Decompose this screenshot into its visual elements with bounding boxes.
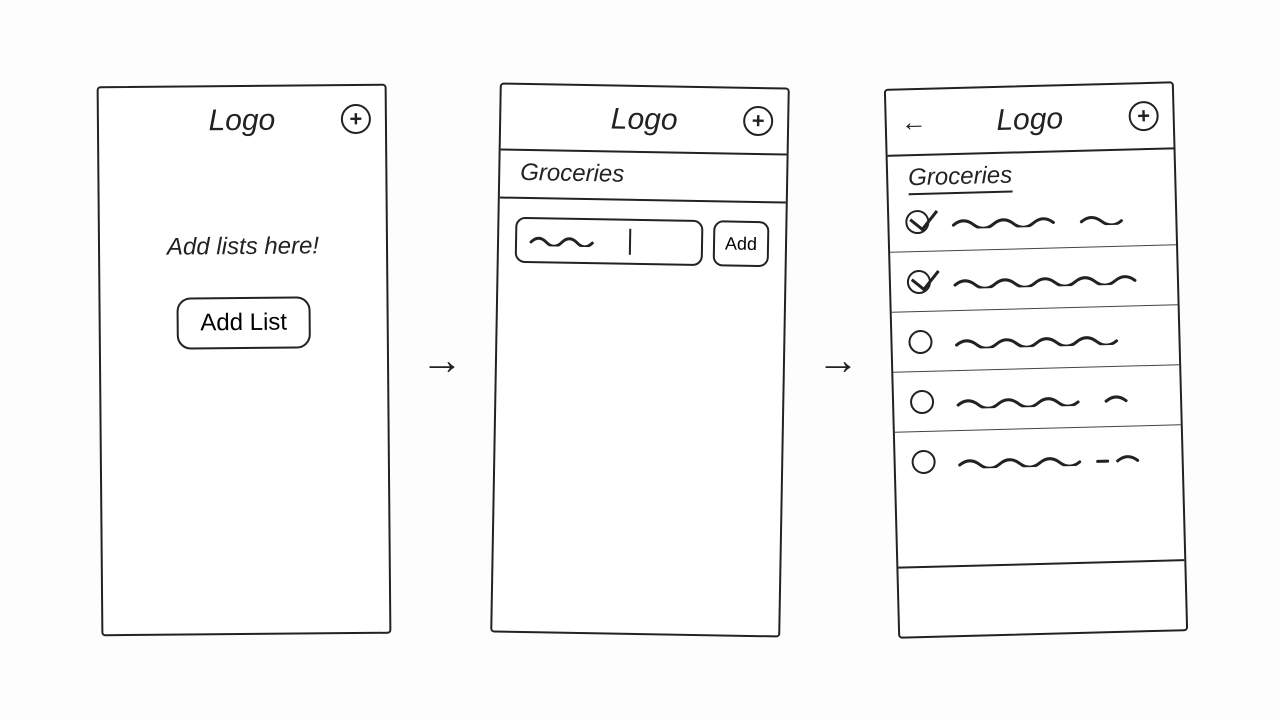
plus-glyph: + bbox=[349, 108, 362, 130]
add-item-button[interactable]: Add bbox=[713, 220, 770, 267]
logo: Logo bbox=[208, 104, 275, 139]
item-list bbox=[889, 185, 1185, 566]
list-item[interactable] bbox=[893, 365, 1180, 432]
add-icon[interactable]: + bbox=[743, 106, 774, 137]
list-item[interactable] bbox=[892, 305, 1179, 372]
screen-list-detail: ← Logo + Groceries bbox=[884, 81, 1188, 638]
list-item[interactable] bbox=[890, 245, 1177, 312]
add-list-button[interactable]: Add List bbox=[176, 296, 311, 349]
list-title: Groceries bbox=[500, 151, 787, 204]
add-icon[interactable]: + bbox=[341, 104, 371, 134]
logo: Logo bbox=[996, 102, 1064, 138]
item-checkbox[interactable] bbox=[905, 209, 930, 234]
item-text-placeholder bbox=[943, 210, 1159, 226]
text-cursor-icon bbox=[629, 229, 631, 255]
list-item[interactable] bbox=[889, 185, 1176, 252]
list-item[interactable] bbox=[895, 425, 1182, 492]
item-name-input[interactable] bbox=[515, 217, 704, 266]
item-checkbox[interactable] bbox=[907, 269, 932, 294]
screen-new-list: Logo + Groceries Add bbox=[490, 83, 790, 638]
item-text-placeholder bbox=[949, 451, 1165, 467]
flow-arrow-icon: → bbox=[817, 336, 859, 384]
empty-prompt-text: Add lists here! bbox=[167, 232, 319, 261]
item-checkbox[interactable] bbox=[910, 389, 935, 414]
add-icon[interactable]: + bbox=[1128, 101, 1159, 132]
item-text-placeholder bbox=[948, 390, 1164, 406]
placeholder-squiggle-icon bbox=[529, 234, 625, 248]
plus-glyph: + bbox=[752, 110, 765, 132]
topbar: Logo + bbox=[99, 86, 386, 154]
plus-glyph: + bbox=[1137, 105, 1150, 127]
flow-arrow-icon: → bbox=[421, 336, 463, 384]
add-item-row: Add bbox=[498, 199, 785, 286]
topbar: ← Logo + bbox=[886, 83, 1174, 156]
item-checkbox[interactable] bbox=[911, 450, 936, 475]
back-arrow-icon[interactable]: ← bbox=[900, 106, 927, 138]
screen-empty-state: Logo + Add lists here! Add List bbox=[97, 84, 392, 637]
empty-state-body: Add lists here! Add List bbox=[99, 152, 389, 634]
item-checkbox[interactable] bbox=[908, 329, 933, 354]
topbar: Logo + bbox=[501, 85, 788, 156]
item-text-placeholder bbox=[945, 270, 1161, 286]
item-text-placeholder bbox=[946, 330, 1162, 346]
footer-area bbox=[898, 559, 1186, 636]
logo: Logo bbox=[611, 102, 678, 137]
